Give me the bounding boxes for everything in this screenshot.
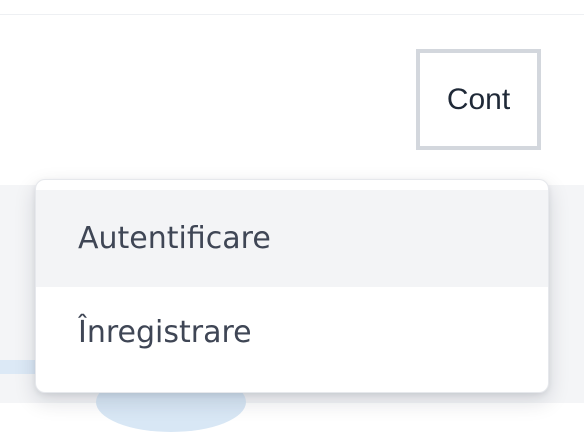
account-dropdown-menu: Autentificare Înregistrare bbox=[35, 179, 549, 393]
menu-item-label: Autentificare bbox=[78, 221, 271, 256]
header-divider bbox=[0, 14, 584, 15]
menu-item-login[interactable]: Autentificare bbox=[36, 190, 548, 287]
menu-item-register[interactable]: Înregistrare bbox=[36, 287, 548, 377]
menu-item-label: Înregistrare bbox=[78, 314, 252, 350]
account-button[interactable]: Cont bbox=[416, 49, 541, 150]
background-accent-shape bbox=[0, 360, 40, 374]
